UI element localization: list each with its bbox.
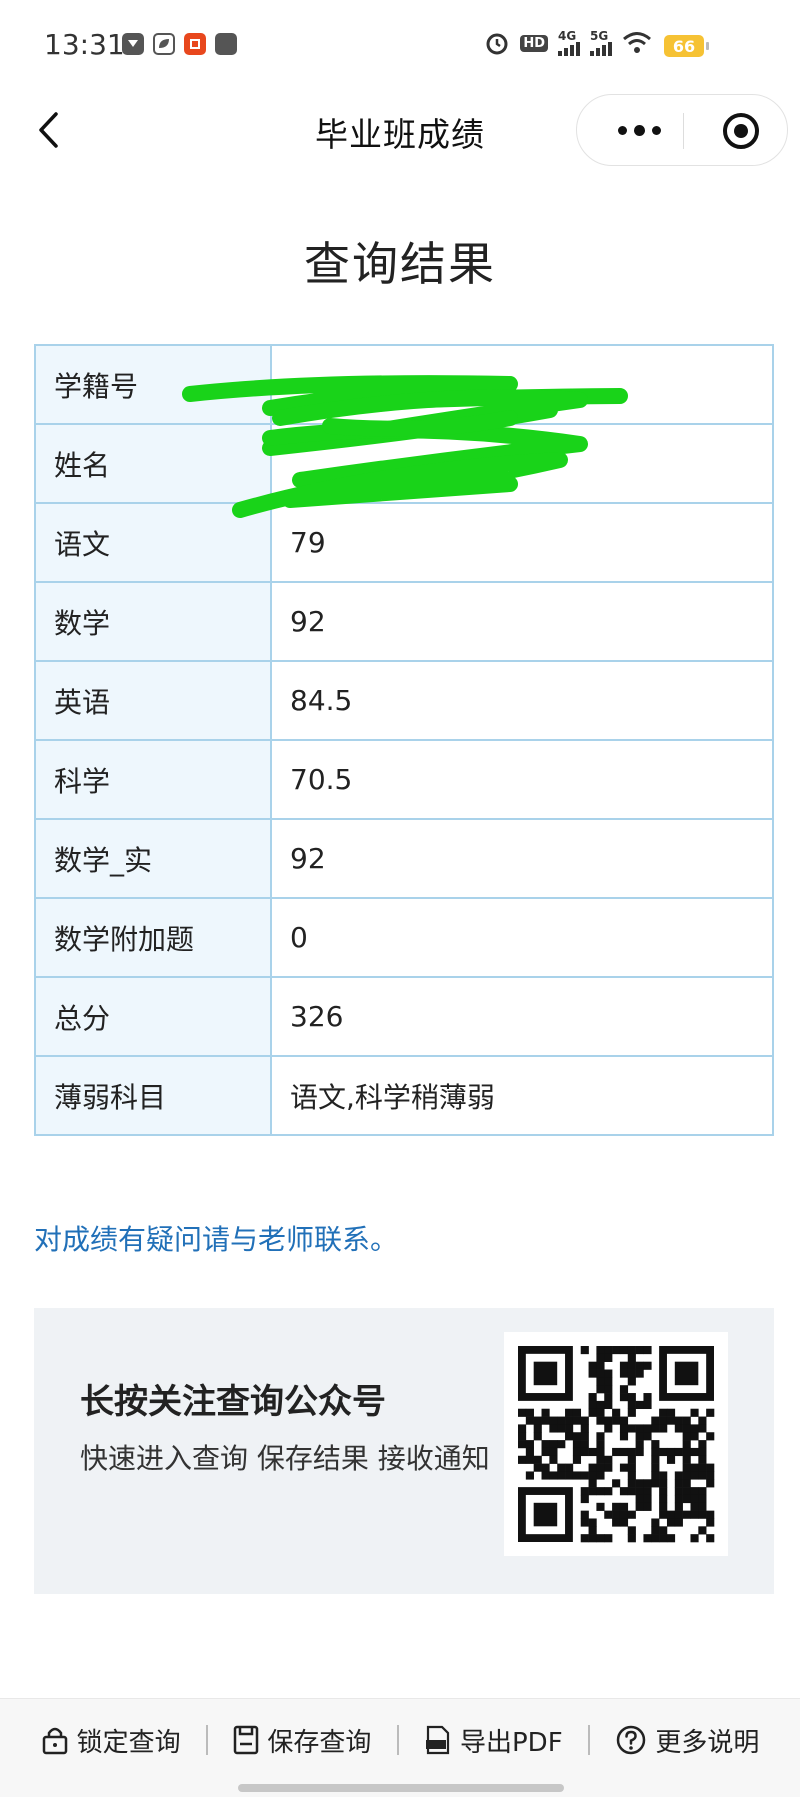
score-table: 学籍号 姓名 语文 79 数学 92 英语 84.5 科学 70.5 数学_实 92 数学附加题 0 总分 3… (34, 344, 774, 1136)
dot (633, 124, 645, 136)
status-right: HD 4G 5G (484, 30, 652, 56)
qr-code-image (518, 1346, 715, 1543)
wifi-icon (623, 32, 651, 53)
battery-icon: 66 (664, 35, 709, 57)
qr-code[interactable] (504, 1332, 728, 1556)
score-row: 数学_实 92 (34, 818, 774, 899)
score-value: 79 (270, 502, 774, 583)
score-label: 语文 (34, 502, 272, 583)
capsule-divider (683, 113, 684, 149)
toolbar-separator (396, 1725, 399, 1755)
export-pdf-button[interactable]: 导出PDF (424, 1722, 563, 1759)
score-row: 英语 84.5 (34, 660, 774, 741)
score-row: 科学 70.5 (34, 739, 774, 820)
score-row: 姓名 (34, 423, 774, 504)
score-label: 薄弱科目 (34, 1055, 272, 1136)
save-query-button[interactable]: 保存查询 (233, 1722, 371, 1759)
save-query-label: 保存查询 (267, 1727, 372, 1758)
score-label: 学籍号 (34, 344, 272, 425)
toolbar-separator (206, 1725, 208, 1755)
score-label: 姓名 (34, 423, 272, 504)
bottom-toolbar: 锁定查询 保存查询 导出PDF 更多说明 (0, 1698, 800, 1797)
home-indicator[interactable] (238, 1784, 564, 1792)
score-value: 326 (270, 976, 774, 1057)
score-value: 92 (270, 818, 774, 899)
signal-4g: 4G (558, 30, 580, 56)
shopping-app-icon (184, 33, 206, 55)
contact-teacher-note: 对成绩有疑问请与老师联系。 (34, 1223, 399, 1256)
lock-query-button[interactable]: 锁定查询 (41, 1722, 181, 1759)
alarm-icon (486, 33, 508, 55)
status-bar: 13:31 HD 4G 5G 66 (0, 0, 800, 95)
signal-bars-icon (590, 42, 612, 56)
score-row: 数学 92 (34, 581, 774, 662)
signal-bars-icon (558, 42, 580, 56)
status-time: 13:31 (44, 28, 125, 61)
score-label: 英语 (34, 660, 272, 741)
score-row: 学籍号 (34, 344, 774, 425)
score-row: 总分 326 (34, 976, 774, 1057)
score-label: 数学附加题 (34, 897, 272, 978)
export-pdf-label: 导出PDF (460, 1727, 563, 1758)
promo-title: 长按关注查询公众号 (80, 1382, 386, 1422)
score-value (270, 423, 774, 504)
score-value: 0 (270, 897, 774, 978)
follow-account-card[interactable]: 长按关注查询公众号 快速进入查询 保存结果 接收通知 (34, 1308, 774, 1594)
promo-description: 快速进入查询 保存结果 接收通知 (80, 1442, 490, 1475)
score-value: 语文,科学稍薄弱 (270, 1055, 774, 1136)
pdf-file-icon (426, 1725, 450, 1755)
app-notification-icon (122, 33, 144, 55)
result-title: 查询结果 (304, 237, 496, 291)
more-info-button[interactable]: 更多说明 (615, 1722, 759, 1759)
score-value: 92 (270, 581, 774, 662)
save-icon (234, 1725, 259, 1755)
score-row: 数学附加题 0 (34, 897, 774, 978)
page: 13:31 HD 4G 5G 66 毕业班成绩 查询结果 学籍号 姓名 语文 7… (0, 0, 800, 1797)
score-value: 70.5 (270, 739, 774, 820)
toolbar-separator (587, 1725, 590, 1755)
network-4g-label: 4G (558, 29, 577, 43)
more-options-button[interactable] (607, 116, 671, 144)
nav-header: 毕业班成绩 (0, 90, 800, 170)
lock-icon (42, 1727, 67, 1755)
status-app-icons (122, 33, 237, 55)
score-value: 84.5 (270, 660, 774, 741)
score-label: 数学 (34, 581, 272, 662)
dot (617, 125, 627, 135)
score-row: 语文 79 (34, 502, 774, 583)
help-icon (617, 1725, 646, 1755)
mini-program-capsule (576, 94, 788, 166)
score-row: 薄弱科目 语文,科学稍薄弱 (34, 1055, 774, 1136)
close-mini-program-button[interactable] (721, 111, 761, 151)
score-label: 科学 (34, 739, 272, 820)
signal-5g: 5G (590, 30, 612, 56)
score-label: 数学_实 (34, 818, 272, 899)
leaf-app-icon (153, 33, 175, 55)
app-square-icon (215, 33, 237, 55)
score-label: 总分 (34, 976, 272, 1057)
network-5g-label: 5G (590, 29, 609, 43)
more-info-label: 更多说明 (655, 1727, 760, 1758)
lock-query-label: 锁定查询 (76, 1727, 181, 1758)
score-value (270, 344, 774, 425)
hd-badge: HD (520, 34, 548, 52)
target-icon (723, 113, 759, 149)
dot (651, 125, 661, 135)
